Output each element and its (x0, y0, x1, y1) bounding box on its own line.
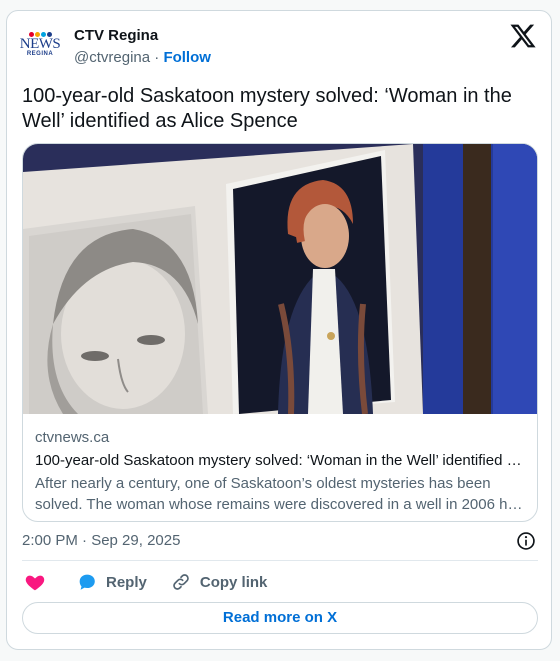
reply-bubble-icon (79, 574, 95, 590)
action-bar: Reply Copy link (22, 569, 267, 595)
link-title: 100-year-old Saskatoon mystery solved: ‘… (35, 452, 525, 469)
copy-link-button[interactable]: Copy link (171, 572, 268, 592)
info-icon[interactable] (516, 531, 536, 551)
tweet-timestamp[interactable]: 2:00 PM · Sep 29, 2025 (22, 532, 180, 549)
actions-divider (22, 560, 538, 561)
like-button[interactable] (22, 571, 66, 593)
link-preview-card[interactable]: ctvnews.ca 100-year-old Saskatoon myster… (22, 143, 538, 522)
link-icon (173, 574, 189, 590)
link-meta: ctvnews.ca 100-year-old Saskatoon myster… (35, 428, 525, 515)
handle-separator: · (154, 49, 160, 66)
account-handle[interactable]: @ctvregina (74, 49, 150, 66)
reply-button[interactable]: Reply (76, 571, 147, 593)
heart-icon (25, 575, 45, 591)
ctv-news-regina-logo[interactable]: NEWS REGINA (19, 25, 61, 65)
logo-word-regina: REGINA (26, 51, 54, 57)
read-more-button[interactable]: Read more on X (22, 602, 538, 634)
article-image (23, 144, 537, 414)
logo-word-news: NEWS (19, 36, 61, 52)
tweet-text: 100-year-old Saskatoon mystery solved: ‘… (22, 85, 512, 132)
account-handle-row: @ctvregina · Follow (74, 49, 211, 66)
reply-label: Reply (106, 573, 147, 591)
copy-link-label: Copy link (199, 573, 268, 591)
link-domain: ctvnews.ca (35, 429, 110, 446)
link-description: After nearly a century, one of Saskatoon… (35, 475, 524, 513)
x-logo-icon[interactable] (509, 22, 537, 50)
account-name[interactable]: CTV Regina (74, 27, 158, 44)
follow-button[interactable]: Follow (163, 49, 211, 66)
